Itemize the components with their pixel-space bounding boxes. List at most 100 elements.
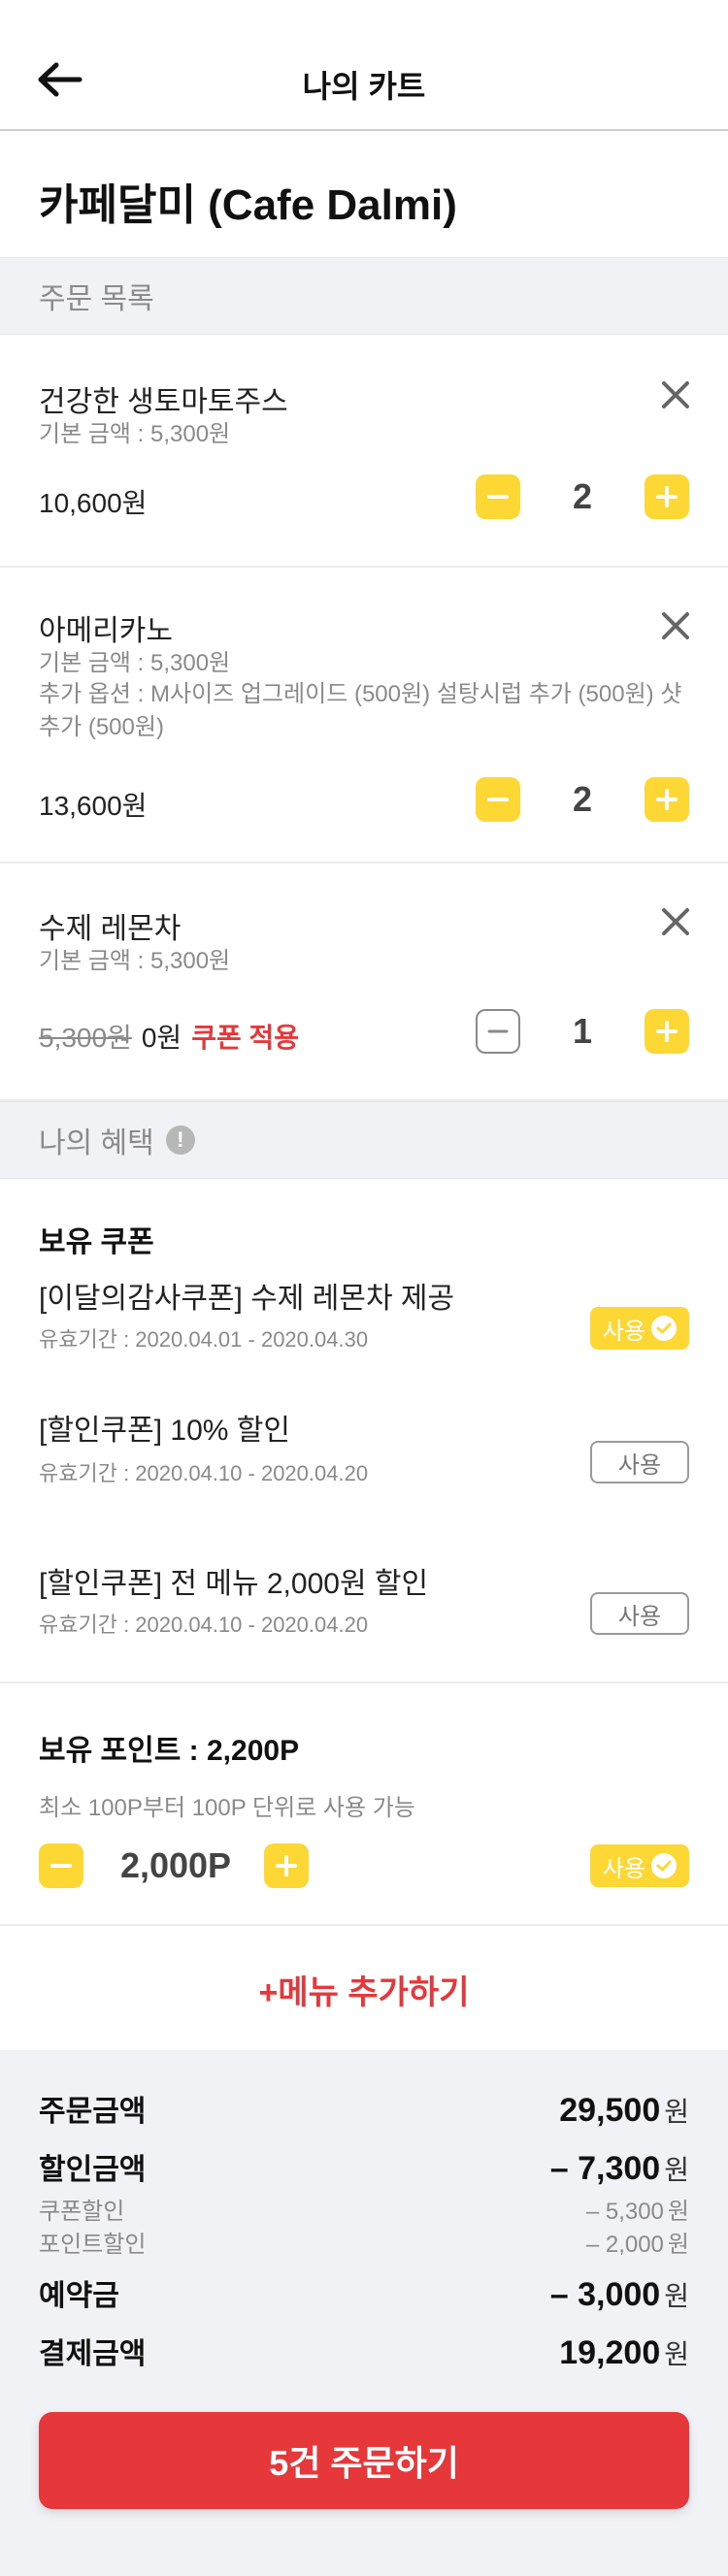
plus-button[interactable]	[645, 1009, 689, 1054]
plus-icon	[276, 1855, 297, 1876]
use-button-label: 사용	[617, 1603, 662, 1630]
store-name: 카페달미 (Cafe Dalmi)	[39, 181, 457, 229]
add-menu-button[interactable]: +메뉴 추가하기	[0, 1926, 728, 2054]
points-panel: 보유 포인트 : 2,200P 최소 100P부터 100P 단위로 사용 가능…	[0, 1683, 728, 1926]
payment-value: 19,200 원	[559, 2333, 689, 2372]
coupons-heading: 보유 쿠폰	[39, 1226, 154, 1258]
plus-icon	[656, 789, 678, 810]
quantity-stepper: 1	[476, 1009, 689, 1054]
plus-button[interactable]	[645, 777, 689, 822]
amount: 19,200	[559, 2334, 661, 2371]
minus-icon	[487, 798, 509, 801]
coupon-period: 유효기간 : 2020.04.10 - 2020.04.20	[39, 1613, 369, 1637]
item-price-unit: 원	[121, 488, 148, 518]
coupon-name: [할인쿠폰] 전 메뉴 2,000원 할인	[39, 1568, 429, 1600]
close-icon[interactable]	[660, 906, 691, 937]
info-icon[interactable]: !	[165, 1125, 195, 1155]
unit: 원	[664, 2097, 689, 2127]
coupon-discount-row: 쿠폰할인 – 5,300 원	[39, 2192, 689, 2226]
use-points-button[interactable]: 사용	[590, 1844, 689, 1887]
item-price: 5,300원 0원 쿠폰 적용	[39, 1017, 299, 1056]
amount: – 7,300	[549, 2150, 661, 2187]
coupon-list: 보유 쿠폰 [이달의감사쿠폰] 수제 레몬차 제공 유효기간 : 2020.04…	[0, 1179, 728, 1683]
amount: – 5,300	[585, 2199, 664, 2225]
benefits-section-header: 나의 혜택 !	[0, 1101, 728, 1179]
quantity-value: 1	[572, 1011, 593, 1051]
item-price-value: 13,600	[39, 791, 122, 821]
points-heading: 보유 포인트 : 2,200P	[39, 1735, 300, 1767]
order-list-section-header: 주문 목록	[0, 257, 728, 335]
item-price: 13,600원	[39, 785, 147, 824]
quantity-stepper: 2	[476, 777, 689, 822]
payment-row: 결제금액 19,200 원	[39, 2330, 689, 2372]
payment-label: 결제금액	[39, 2338, 147, 2370]
item-base-price: 기본 금액 : 5,300원	[39, 650, 231, 676]
unit: 원	[664, 2281, 689, 2311]
coupon-period: 유효기간 : 2020.04.01 - 2020.04.30	[39, 1327, 369, 1352]
item-price-value: 0	[141, 1023, 157, 1053]
item-price-unit: 원	[156, 1023, 182, 1053]
point-discount-label: 포인트할인	[39, 2232, 147, 2258]
points-minus-button[interactable]	[39, 1843, 83, 1888]
cart-item: 수제 레몬차 기본 금액 : 5,300원 5,300원 0원 쿠폰 적용 1	[0, 864, 728, 1101]
coupon-discount-label: 쿠폰할인	[39, 2199, 125, 2225]
amount: 29,500	[559, 2092, 661, 2129]
deposit-row: 예약금 – 3,000 원	[39, 2271, 689, 2314]
coupon-name: [할인쿠폰] 10% 할인	[39, 1415, 290, 1447]
item-name: 수제 레몬차	[39, 913, 182, 945]
coupon-discount-value: – 5,300 원	[586, 2192, 689, 2226]
unit: 원	[667, 2232, 689, 2258]
order-amount-value: 29,500 원	[559, 2091, 689, 2130]
minus-icon	[50, 1864, 72, 1868]
minus-button[interactable]	[476, 1009, 520, 1054]
points-plus-button[interactable]	[264, 1843, 309, 1888]
close-icon[interactable]	[660, 610, 691, 641]
cart-item: 아메리카노 기본 금액 : 5,300원 추가 옵션 : M사이즈 업그레이드 …	[0, 568, 728, 864]
use-button-label: 사용	[602, 1318, 646, 1345]
cart-item: 건강한 생토마토주스 기본 금액 : 5,300원 10,600원 2	[0, 335, 728, 568]
plus-icon	[656, 1021, 678, 1042]
section-title: 주문 목록	[39, 283, 154, 315]
check-icon	[651, 1316, 678, 1341]
quantity-value: 2	[572, 476, 593, 516]
section-title: 나의 혜택	[39, 1127, 154, 1159]
points-description: 최소 100P부터 100P 단위로 사용 가능	[39, 1795, 415, 1821]
item-base-price: 기본 금액 : 5,300원	[39, 948, 231, 974]
order-amount-label: 주문금액	[39, 2096, 147, 2128]
quantity-value: 2	[572, 779, 593, 819]
item-price-unit: 원	[121, 791, 148, 821]
item-base-price: 기본 금액 : 5,300원	[39, 421, 231, 447]
item-options: 추가 옵션 : M사이즈 업그레이드 (500원) 설탕시럽 추가 (500원)…	[39, 681, 682, 740]
discount-row: 할인금액 – 7,300 원	[39, 2145, 689, 2188]
discount-value: – 7,300 원	[550, 2149, 689, 2188]
discount-label: 할인금액	[39, 2154, 147, 2186]
order-button[interactable]: 5건 주문하기	[39, 2412, 689, 2509]
use-coupon-button[interactable]: 사용	[590, 1441, 689, 1484]
amount: – 2,000	[585, 2232, 664, 2258]
use-button-label: 사용	[617, 1451, 662, 1479]
use-coupon-button[interactable]: 사용	[590, 1307, 689, 1350]
unit: 원	[664, 2339, 689, 2369]
deposit-label: 예약금	[39, 2280, 119, 2312]
minus-icon	[487, 1029, 509, 1033]
page-title: 나의 카트	[302, 69, 426, 104]
quantity-stepper: 2	[476, 474, 689, 519]
points-value: 2,000P	[119, 1845, 232, 1885]
close-icon[interactable]	[660, 379, 691, 410]
app-header: 나의 카트	[0, 0, 728, 131]
point-discount-value: – 2,000 원	[586, 2225, 689, 2259]
check-icon	[651, 1853, 678, 1878]
unit: 원	[664, 2155, 689, 2185]
minus-button[interactable]	[476, 474, 520, 519]
item-price: 10,600원	[39, 482, 147, 521]
minus-button[interactable]	[476, 777, 520, 822]
item-name: 건강한 생토마토주스	[39, 386, 288, 418]
coupon-period: 유효기간 : 2020.04.10 - 2020.04.20	[39, 1461, 369, 1485]
coupon-name: [이달의감사쿠폰] 수제 레몬차 제공	[39, 1283, 455, 1315]
plus-button[interactable]	[645, 474, 689, 519]
coupon-applied-badge: 쿠폰 적용	[191, 1023, 300, 1053]
original-price: 5,300원	[39, 1023, 132, 1053]
plus-icon	[656, 486, 678, 507]
use-coupon-button[interactable]: 사용	[590, 1592, 689, 1635]
point-discount-row: 포인트할인 – 2,000 원	[39, 2225, 689, 2259]
